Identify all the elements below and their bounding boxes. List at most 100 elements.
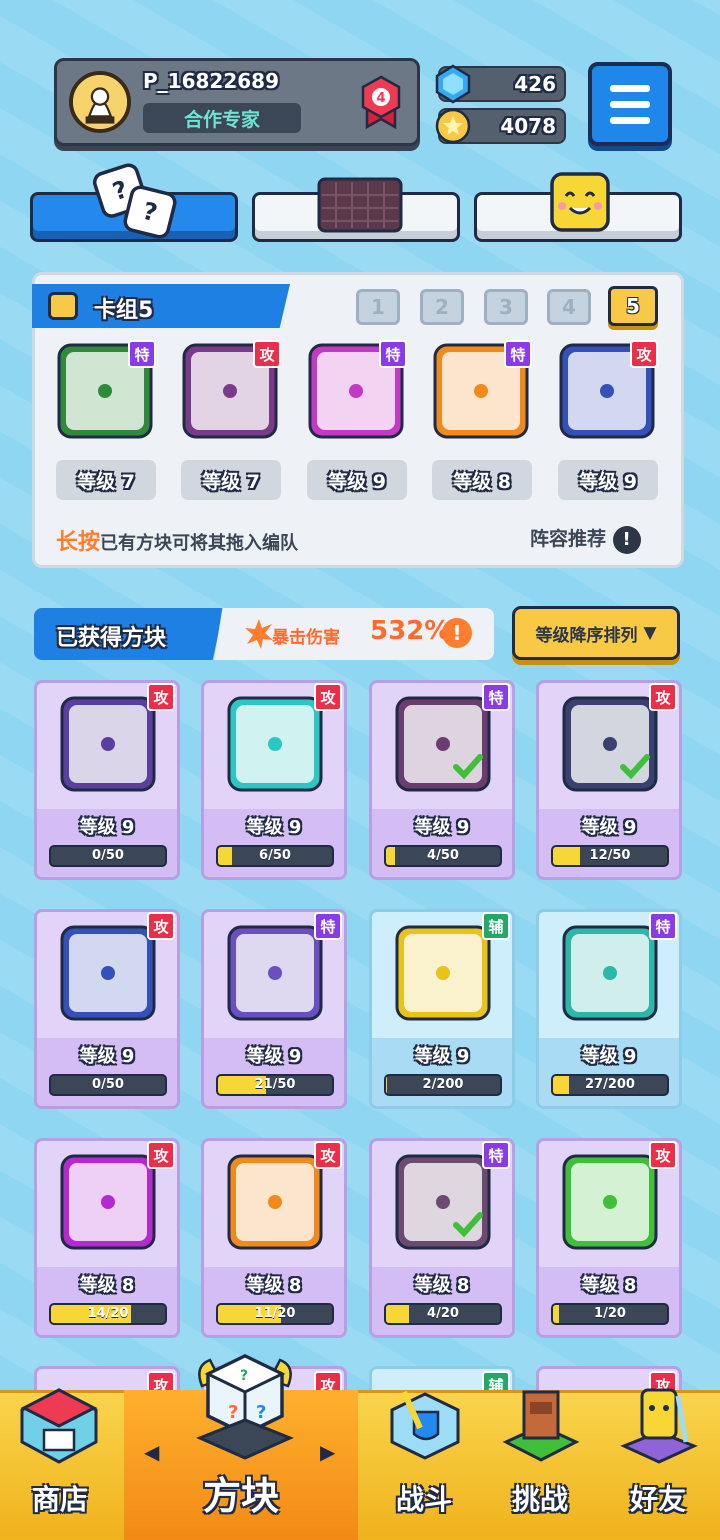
progress-text: 12/50 [589,848,631,863]
block-art [394,695,492,793]
profile-card[interactable]: P_16822689 合作专家 4 [54,58,420,146]
menu-icon-line [610,84,650,92]
nav-friends[interactable]: 好友 [598,1388,718,1540]
deck-slot-1[interactable]: 1 [356,289,400,325]
block-art [226,924,324,1022]
nav-challenge-label: 挑战 [511,1483,568,1516]
block-card[interactable]: 辅 等级 9 2/200 [369,909,515,1109]
card-level: 等级 9 [246,1046,302,1067]
block-card[interactable]: 攻 等级 8 14/20 [34,1138,180,1338]
card-type-badge: 攻 [314,1141,342,1169]
block-card[interactable]: 特 等级 9 4/50 [369,680,515,880]
battle-icon [390,1390,460,1460]
card-level: 等级 9 [79,817,135,838]
block-card[interactable]: 攻 等级 9 6/50 [201,680,347,880]
progress-text: 0/50 [92,1077,124,1092]
card-type-badge: 攻 [314,683,342,711]
coins-counter[interactable]: 4078 [435,108,566,144]
board-icon [317,177,403,233]
sort-button[interactable]: 等级降序排列 ▼ [512,606,680,660]
recommend-label: 阵容推荐 [530,528,607,550]
card-progress-bar: 4/20 [384,1303,502,1325]
card-type-badge: 特 [649,912,677,940]
nav-blocks-label: 方块 [202,1474,279,1518]
card-type-badge: 特 [128,340,156,368]
block-card[interactable]: 特 等级 8 4/20 [369,1138,515,1338]
block-art [561,1153,659,1251]
block-card[interactable]: 攻 等级 8 11/20 [201,1138,347,1338]
owned-title: 已获得方块 [56,626,167,651]
hint-text: 已有方块可将其拖入编队 [100,533,299,554]
nav-prev-arrow-icon[interactable]: ◀ [144,1440,159,1464]
deck-title: 卡组5 [94,298,154,323]
dropdown-arrow-icon: ▼ [643,623,657,643]
card-progress-bar: 0/50 [49,1074,167,1096]
deck-card[interactable]: 攻 [558,340,658,442]
progress-text: 0/50 [92,848,124,863]
block-card[interactable]: 攻 等级 8 1/20 [536,1138,682,1338]
crit-label: 暴击伤害 [272,628,340,648]
nav-challenge[interactable]: 挑战 [480,1390,600,1540]
card-type-badge: 特 [379,340,407,368]
card-progress-bar: 11/20 [216,1303,334,1325]
card-type-badge: 特 [504,340,532,368]
drag-hint: 长按已有方块可将其拖入编队 [56,524,298,556]
block-art [59,1153,157,1251]
rank-level: 4 [376,91,385,106]
block-card[interactable]: 特 等级 9 21/50 [201,909,347,1109]
gems-counter[interactable]: 426 [435,64,566,104]
deck-card-level: 等级 8 [432,460,532,500]
crit-info-icon[interactable]: ! [442,618,472,648]
gems-value: 426 [514,72,556,96]
deck-card[interactable]: 特 [56,340,156,442]
crit-damage-box: 暴击伤害 532% ! [214,608,494,660]
rank-ribbon-icon[interactable]: 4 [359,75,403,129]
block-card[interactable]: 攻 等级 9 12/50 [536,680,682,880]
block-card[interactable]: 攻 等级 9 0/50 [34,909,180,1109]
card-level: 等级 8 [414,1275,470,1296]
progress-text: 27/200 [585,1077,635,1092]
card-type-badge: 辅 [482,912,510,940]
menu-button[interactable] [588,62,672,146]
edit-pencil-icon[interactable] [48,292,78,320]
deck-slot-3[interactable]: 3 [484,289,528,325]
menu-icon-line [610,116,650,124]
nav-blocks[interactable]: ? ? ? ◀ ▶ 方块 [124,1354,358,1540]
shop-icon [20,1388,98,1464]
coin-icon [435,108,471,144]
deck-slot-2[interactable]: 2 [420,289,464,325]
block-card[interactable]: 攻 等级 9 0/50 [34,680,180,880]
block-art [59,924,157,1022]
lineup-recommend-button[interactable]: 阵容推荐 ! [530,524,641,554]
nav-shop-label: 商店 [31,1483,88,1516]
deck-card[interactable]: 攻 [181,340,281,442]
deck-card[interactable]: 特 [432,340,532,442]
deck-slot-5[interactable]: 5 [608,286,658,326]
progress-text: 2/200 [422,1077,464,1092]
block-card[interactable]: 特 等级 9 27/200 [536,909,682,1109]
hint-emphasis: 长按 [56,530,101,555]
owned-title-bar: 已获得方块 [34,608,224,660]
card-type-badge: 特 [482,683,510,711]
card-level: 等级 9 [79,1046,135,1067]
deck-card[interactable]: 特 [307,340,407,442]
challenge-icon [502,1390,580,1462]
nav-next-arrow-icon[interactable]: ▶ [320,1440,335,1464]
card-progress-bar: 27/200 [551,1074,669,1096]
card-type-badge: 攻 [649,1141,677,1169]
player-name: P_16822689 [143,69,279,93]
card-progress-bar: 21/50 [216,1074,334,1096]
nav-battle[interactable]: 战斗 [364,1390,484,1540]
deck-card-level: 等级 7 [56,460,156,500]
nav-shop[interactable]: 商店 [0,1388,120,1540]
info-icon[interactable]: ! [612,525,641,554]
avatar[interactable] [69,71,131,133]
progress-text: 21/50 [254,1077,296,1092]
nav-battle-label: 战斗 [395,1483,452,1516]
nav-friends-label: 好友 [629,1483,686,1516]
deck-card-level: 等级 9 [307,460,407,500]
deck-title-bar: 卡组5 [32,284,290,328]
progress-text: 14/20 [87,1306,129,1321]
block-art [226,695,324,793]
deck-slot-4[interactable]: 4 [547,289,591,325]
